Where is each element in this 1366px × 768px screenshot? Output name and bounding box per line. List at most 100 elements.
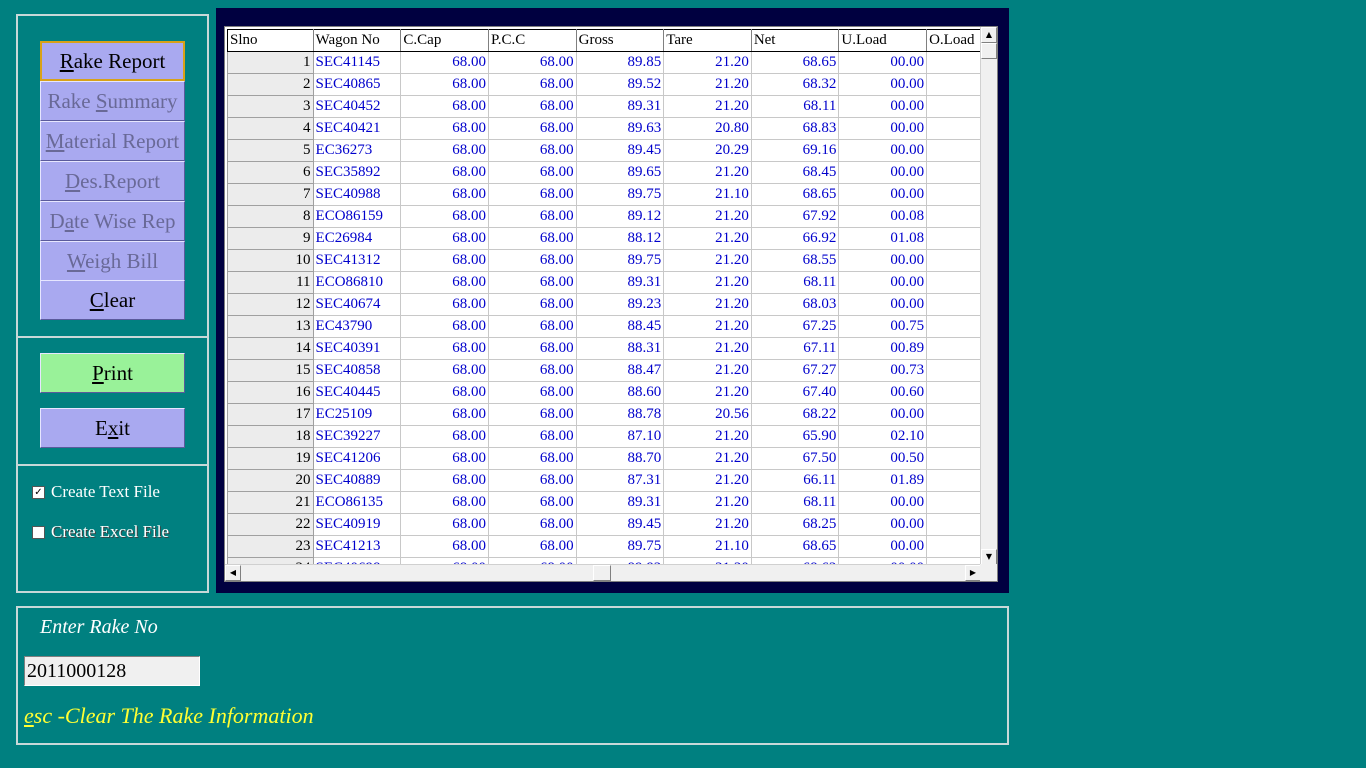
table-cell[interactable]: 00.00 <box>838 513 928 536</box>
column-header[interactable]: Gross <box>575 29 665 52</box>
table-cell[interactable]: 89.23 <box>575 293 665 316</box>
vertical-scroll-thumb[interactable] <box>981 43 997 59</box>
rake-summary-button[interactable]: Rake Summary <box>40 81 185 121</box>
exit-button[interactable]: Exit <box>40 408 185 448</box>
row-number-cell[interactable]: 1 <box>227 51 314 74</box>
date-wise-report-button[interactable]: Date Wise Rep <box>40 201 185 241</box>
table-cell[interactable]: 68.00 <box>488 469 577 492</box>
table-cell[interactable]: 21.20 <box>663 359 752 382</box>
row-number-cell[interactable]: 3 <box>227 95 314 118</box>
print-button[interactable]: Print <box>40 353 185 393</box>
table-cell[interactable]: 68.11 <box>750 95 840 118</box>
table-cell[interactable]: 68.00 <box>488 447 577 470</box>
table-row[interactable]: 5EC3627368.0068.0089.4520.2969.1600.000 <box>227 139 997 162</box>
table-row[interactable]: 16 SEC40445 68.00 68.00 88.60 21.20 67.40 00.60… <box>227 381 997 404</box>
clear-button[interactable]: Clear <box>40 280 185 320</box>
table-row[interactable]: 23 SEC41213 68.00 68.00 89.75 21.10 68.65 00.00… <box>227 535 997 558</box>
table-cell[interactable]: 00.00 <box>838 51 928 74</box>
table-cell[interactable]: 68.00 <box>400 403 490 426</box>
table-cell[interactable]: 00.00 <box>838 139 928 162</box>
table-cell[interactable]: 67.92 <box>750 205 840 228</box>
table-row[interactable]: 3SEC4045268.0068.0089.3121.2068.1100.000 <box>227 95 997 118</box>
table-cell[interactable]: 68.11 <box>750 271 840 294</box>
table-cell[interactable]: 00.60 <box>838 381 928 404</box>
create-text-file-checkbox[interactable]: ✓ <box>32 485 45 499</box>
table-cell[interactable]: 68.00 <box>400 359 490 382</box>
table-cell[interactable]: 68.00 <box>400 381 490 404</box>
table-cell[interactable]: 89.63 <box>575 117 665 140</box>
table-cell[interactable]: 02.10 <box>838 425 928 448</box>
table-row[interactable]: 1SEC4114568.0068.0089.8521.2068.6500.000 <box>227 51 997 74</box>
scroll-down-icon[interactable]: ▼ <box>981 549 997 565</box>
table-row[interactable]: 7SEC4098868.0068.0089.7521.1068.6500.000 <box>227 183 997 206</box>
table-cell[interactable]: 68.00 <box>488 381 577 404</box>
table-cell[interactable]: 88.47 <box>575 359 665 382</box>
table-row[interactable]: 4SEC4042168.0068.0089.6320.8068.8300.000 <box>227 117 997 140</box>
row-number-cell[interactable]: 13 <box>227 315 314 338</box>
table-cell[interactable]: SEC40391 <box>312 337 402 360</box>
rake-report-button[interactable]: Rake Report <box>40 41 185 81</box>
row-number-cell[interactable]: 7 <box>227 183 314 206</box>
table-cell[interactable]: 68.00 <box>400 535 490 558</box>
table-row[interactable]: 15 SEC40858 68.00 68.00 88.47 21.20 67.27 00.73… <box>227 359 997 382</box>
scroll-up-icon[interactable]: ▲ <box>981 27 997 43</box>
table-cell[interactable]: 21.20 <box>663 205 752 228</box>
table-cell[interactable]: SEC40421 <box>312 117 402 140</box>
table-cell[interactable]: 89.45 <box>575 513 665 536</box>
table-cell[interactable]: 68.00 <box>488 315 577 338</box>
column-header[interactable]: P.C.C <box>488 29 577 52</box>
table-cell[interactable]: 68.00 <box>400 337 490 360</box>
table-cell[interactable]: 21.20 <box>663 469 752 492</box>
table-cell[interactable]: 68.00 <box>488 359 577 382</box>
table-cell[interactable]: 68.00 <box>488 51 577 74</box>
table-cell[interactable]: 00.00 <box>838 491 928 514</box>
material-report-button[interactable]: Material Report <box>40 121 185 161</box>
table-cell[interactable]: ECO86135 <box>312 491 402 514</box>
table-cell[interactable]: 01.08 <box>838 227 928 250</box>
table-cell[interactable]: EC25109 <box>312 403 402 426</box>
table-row[interactable]: 20 SEC40889 68.00 68.00 87.31 21.20 66.11 01.89… <box>227 469 997 492</box>
table-cell[interactable]: 00.50 <box>838 447 928 470</box>
row-number-cell[interactable]: 5 <box>227 139 314 162</box>
table-cell[interactable]: 68.00 <box>488 161 577 184</box>
table-cell[interactable]: 00.00 <box>838 271 928 294</box>
table-cell[interactable]: 68.00 <box>400 315 490 338</box>
row-number-cell[interactable]: 2 <box>227 73 314 96</box>
table-cell[interactable]: 88.78 <box>575 403 665 426</box>
row-number-cell[interactable]: 23 <box>227 535 314 558</box>
table-row[interactable]: 9EC2698468.0068.0088.1221.2066.9201.080 <box>227 227 997 250</box>
rake-grid[interactable]: Slno Wagon No C.Cap P.C.C Gross Tare Net U.Load… <box>224 26 998 582</box>
table-cell[interactable]: 68.00 <box>488 227 577 250</box>
table-cell[interactable]: 89.31 <box>575 95 665 118</box>
row-number-cell[interactable]: 20 <box>227 469 314 492</box>
table-cell[interactable]: 00.00 <box>838 161 928 184</box>
table-cell[interactable]: 68.00 <box>400 249 490 272</box>
table-cell[interactable]: SEC40889 <box>312 469 402 492</box>
table-cell[interactable]: 68.65 <box>750 535 840 558</box>
table-cell[interactable]: 68.00 <box>488 139 577 162</box>
table-cell[interactable]: 89.12 <box>575 205 665 228</box>
table-cell[interactable]: 88.60 <box>575 381 665 404</box>
table-cell[interactable]: 68.25 <box>750 513 840 536</box>
create-excel-file-checkbox[interactable] <box>32 525 45 539</box>
row-number-cell[interactable]: 19 <box>227 447 314 470</box>
table-cell[interactable]: 00.00 <box>838 183 928 206</box>
table-cell[interactable]: 68.55 <box>750 249 840 272</box>
table-cell[interactable]: 66.92 <box>750 227 840 250</box>
table-cell[interactable]: SEC40919 <box>312 513 402 536</box>
table-cell[interactable]: 89.75 <box>575 183 665 206</box>
table-cell[interactable]: 00.00 <box>838 73 928 96</box>
table-cell[interactable]: 68.11 <box>750 491 840 514</box>
table-cell[interactable]: 00.00 <box>838 403 928 426</box>
table-cell[interactable]: 21.20 <box>663 447 752 470</box>
table-cell[interactable]: 68.65 <box>750 183 840 206</box>
table-cell[interactable]: 00.75 <box>838 315 928 338</box>
table-cell[interactable]: 21.20 <box>663 227 752 250</box>
row-number-cell[interactable]: 14 <box>227 337 314 360</box>
table-cell[interactable]: 68.00 <box>488 117 577 140</box>
table-cell[interactable]: 68.00 <box>488 425 577 448</box>
table-cell[interactable]: SEC40674 <box>312 293 402 316</box>
table-row[interactable]: 6SEC3589268.0068.0089.6521.2068.4500.000 <box>227 161 997 184</box>
table-row[interactable]: 21 ECO86135 68.00 68.00 89.31 21.20 68.11 00.00… <box>227 491 997 514</box>
table-cell[interactable]: 68.00 <box>488 205 577 228</box>
